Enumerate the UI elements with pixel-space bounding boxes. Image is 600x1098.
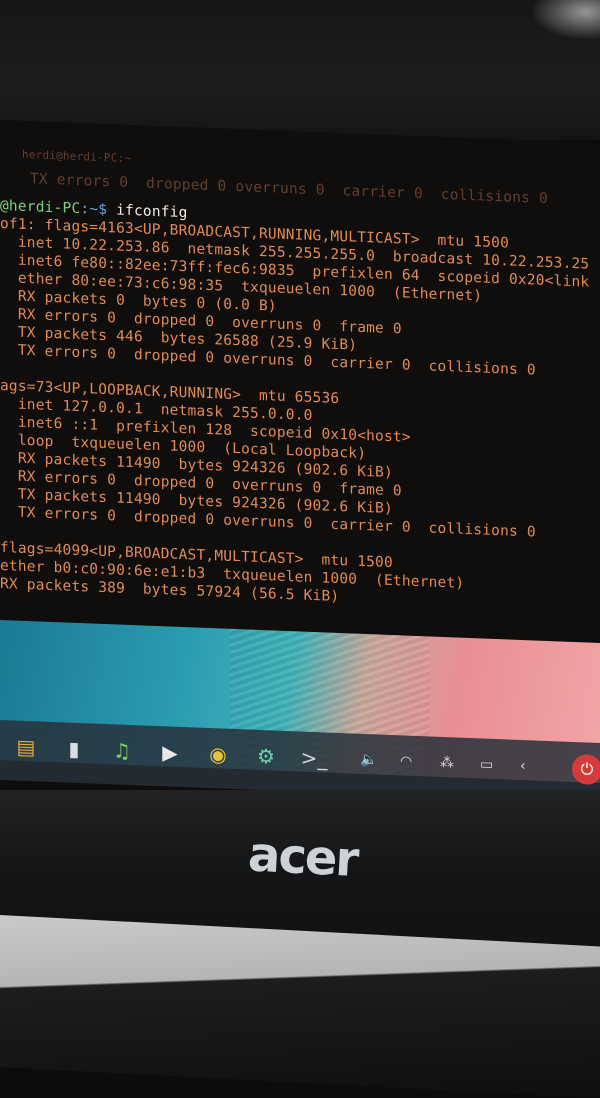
battery-icon[interactable]: ▭: [480, 756, 493, 773]
volume-icon[interactable]: 🔈: [360, 752, 377, 769]
prompt-path: :~$: [80, 201, 108, 219]
network-icon[interactable]: ⁂: [440, 755, 454, 772]
prompt-command: ifconfig: [107, 202, 188, 222]
chrome-icon[interactable]: ◉: [202, 738, 234, 771]
power-button[interactable]: ⏻: [572, 753, 600, 786]
music-icon[interactable]: ♫: [106, 734, 138, 767]
collapse-icon[interactable]: ‹: [520, 758, 526, 774]
acer-logo: acer: [246, 826, 359, 889]
terminal-window[interactable]: herdi@herdi-PC:~ TX errors 0 dropped 0 o…: [0, 120, 600, 649]
terminal-tab-title: herdi@herdi-PC:~: [22, 147, 132, 166]
light-glare: [530, 0, 600, 40]
monitor-bezel-top: [0, 0, 600, 140]
video-player-icon[interactable]: ▶: [154, 736, 186, 769]
prompt-user-host: @herdi-PC: [0, 198, 81, 218]
app-store-icon[interactable]: ▮: [58, 732, 90, 765]
file-manager-icon[interactable]: ▤: [10, 730, 42, 763]
wifi-icon[interactable]: ◠: [400, 753, 412, 769]
terminal-icon[interactable]: >_: [298, 741, 330, 774]
desk-surface: [0, 915, 600, 1098]
settings-icon[interactable]: ⚙: [250, 740, 282, 773]
monitor-screen: herdi@herdi-PC:~ TX errors 0 dropped 0 o…: [0, 120, 600, 834]
